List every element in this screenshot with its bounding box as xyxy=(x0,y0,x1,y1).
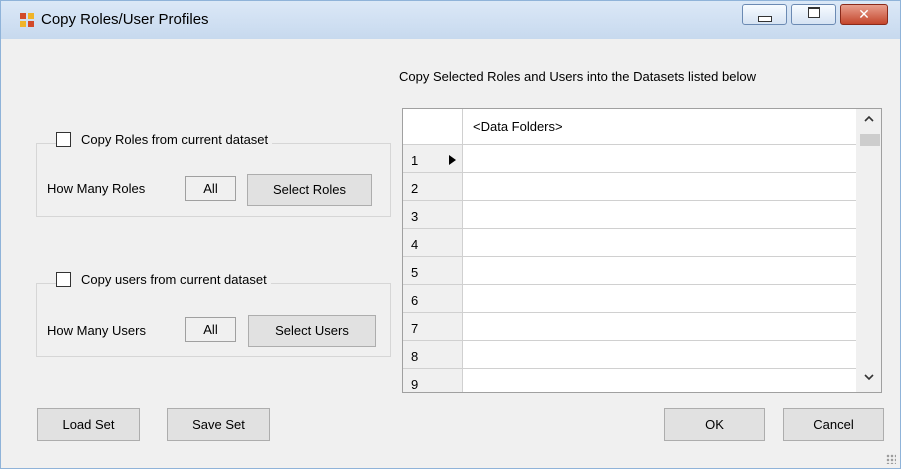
save-set-button[interactable]: Save Set xyxy=(167,408,270,441)
grid-row[interactable]: 1 xyxy=(403,145,856,173)
title-bar: Copy Roles/User Profiles ✕ xyxy=(1,1,900,39)
load-set-button[interactable]: Load Set xyxy=(37,408,140,441)
row-header[interactable]: 9 xyxy=(403,369,463,392)
data-folder-cell[interactable] xyxy=(463,229,856,257)
data-folder-cell[interactable] xyxy=(463,201,856,229)
data-folder-cell[interactable] xyxy=(463,341,856,369)
scroll-thumb[interactable] xyxy=(860,134,880,146)
copy-users-label: Copy users from current dataset xyxy=(81,272,267,287)
ok-button[interactable]: OK xyxy=(664,408,765,441)
data-folders-grid[interactable]: <Data Folders> 123456789 xyxy=(402,108,882,393)
copy-roles-checkbox[interactable] xyxy=(56,132,71,147)
copy-users-checkbox[interactable] xyxy=(56,272,71,287)
grid-row[interactable]: 6 xyxy=(403,285,856,313)
vertical-scrollbar[interactable] xyxy=(856,109,881,392)
maximize-button[interactable] xyxy=(791,4,836,25)
grid-row[interactable]: 5 xyxy=(403,257,856,285)
grid-corner xyxy=(403,109,463,145)
copy-roles-window: Copy Roles/User Profiles ✕ Copy Roles fr… xyxy=(0,0,901,469)
copy-users-option[interactable]: Copy users from current dataset xyxy=(56,272,271,287)
close-button[interactable]: ✕ xyxy=(840,4,888,25)
how-many-users-label: How Many Users xyxy=(47,323,146,338)
copy-roles-label: Copy Roles from current dataset xyxy=(81,132,269,147)
row-header[interactable]: 5 xyxy=(403,257,463,285)
datasets-heading: Copy Selected Roles and Users into the D… xyxy=(399,69,756,84)
app-icon xyxy=(20,13,34,27)
maximize-icon xyxy=(792,7,835,21)
select-roles-button[interactable]: Select Roles xyxy=(247,174,372,206)
scroll-down-icon[interactable] xyxy=(856,371,881,391)
current-row-arrow-icon xyxy=(449,155,456,165)
data-folders-column-header[interactable]: <Data Folders> xyxy=(463,109,856,145)
grid-row[interactable]: 8 xyxy=(403,341,856,369)
cancel-button[interactable]: Cancel xyxy=(783,408,884,441)
how-many-users-value: All xyxy=(185,317,236,342)
data-folder-cell[interactable] xyxy=(463,285,856,313)
minimize-icon xyxy=(743,11,786,25)
data-folder-cell[interactable] xyxy=(463,313,856,341)
data-folder-cell[interactable] xyxy=(463,173,856,201)
how-many-roles-value: All xyxy=(185,176,236,201)
grid-row[interactable]: 7 xyxy=(403,313,856,341)
row-header[interactable]: 8 xyxy=(403,341,463,369)
resize-grip-icon[interactable] xyxy=(886,454,896,464)
data-folder-cell[interactable] xyxy=(463,145,856,173)
grid-row[interactable]: 4 xyxy=(403,229,856,257)
how-many-roles-label: How Many Roles xyxy=(47,181,146,196)
grid-header: <Data Folders> xyxy=(403,109,856,145)
close-icon: ✕ xyxy=(858,6,870,22)
row-header[interactable]: 4 xyxy=(403,229,463,257)
grid-row[interactable]: 3 xyxy=(403,201,856,229)
window-title: Copy Roles/User Profiles xyxy=(41,11,209,28)
copy-roles-option[interactable]: Copy Roles from current dataset xyxy=(56,132,273,147)
select-users-button[interactable]: Select Users xyxy=(248,315,376,347)
data-folder-cell[interactable] xyxy=(463,369,856,392)
grid-row[interactable]: 9 xyxy=(403,369,856,392)
data-folder-cell[interactable] xyxy=(463,257,856,285)
row-header[interactable]: 2 xyxy=(403,173,463,201)
minimize-button[interactable] xyxy=(742,4,787,25)
row-header[interactable]: 3 xyxy=(403,201,463,229)
row-header[interactable]: 6 xyxy=(403,285,463,313)
scroll-up-icon[interactable] xyxy=(856,113,881,133)
grid-row[interactable]: 2 xyxy=(403,173,856,201)
row-header[interactable]: 7 xyxy=(403,313,463,341)
